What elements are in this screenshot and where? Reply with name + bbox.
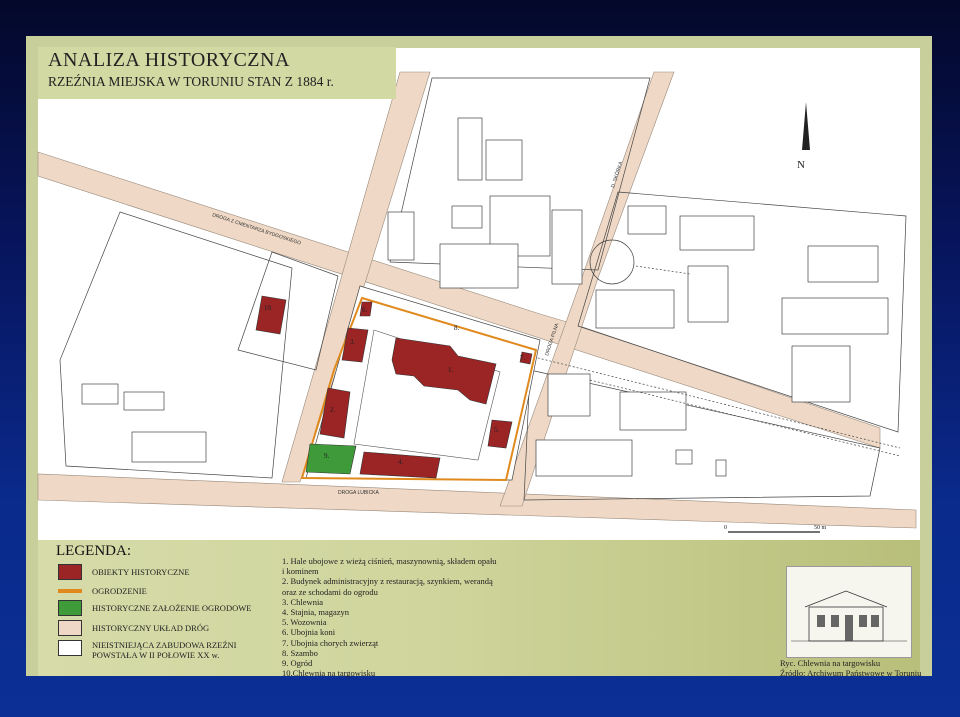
list-item: 4. Stajnia, magazyn xyxy=(282,607,350,618)
number-3: 3. xyxy=(350,338,356,346)
list-item: 8. Szambo xyxy=(282,647,318,658)
roads-swatch xyxy=(58,620,82,636)
inset-drawing xyxy=(786,566,912,658)
scale-start: 0 xyxy=(724,525,727,531)
inset-caption-source: Źródło: Archiwum Państwowe w Toruniu xyxy=(780,668,922,678)
building-outline xyxy=(687,265,729,323)
building-outline xyxy=(675,449,693,465)
building-outline xyxy=(457,117,483,181)
object-list: 1. Hale ubojowe z wieżą ciśnień, maszyno… xyxy=(282,556,522,678)
building-outline xyxy=(715,459,727,477)
road-lubicka xyxy=(37,473,917,529)
list-item: 2. Budynek administracyjny z restauracją… xyxy=(282,576,493,587)
list-item: oraz ze schodami do ogrodu xyxy=(282,586,378,597)
building-outline xyxy=(807,245,879,283)
building-outline xyxy=(679,215,755,251)
pigsty-elevation-drawing xyxy=(791,590,907,642)
inset-caption: Ryc. Chlewnia na targowisku Źródło: Arch… xyxy=(780,658,921,678)
building-outline xyxy=(619,391,687,431)
legend-panel: LEGENDA: OBIEKTY HISTORYCZNE OGRODZENIE … xyxy=(38,540,921,678)
list-item: 6. Ubojnia koni xyxy=(282,627,336,638)
number-4: 4. xyxy=(398,458,404,466)
title-box: ANALIZA HISTORYCZNA RZEŹNIA MIEJSKA W TO… xyxy=(38,47,396,99)
building-10 xyxy=(255,295,287,335)
number-9: 9. xyxy=(324,452,330,460)
page-title: ANALIZA HISTORYCZNA xyxy=(48,49,290,71)
list-item: 9. Ogród xyxy=(282,658,313,669)
fence-swatch xyxy=(58,589,82,593)
inset-caption-title: Ryc. Chlewnia na targowisku xyxy=(780,658,881,668)
garden-swatch xyxy=(58,600,82,616)
building-outline xyxy=(439,243,519,289)
road-label-lubicka: DROGA LUBICKA xyxy=(338,490,380,496)
building-outline xyxy=(81,383,119,405)
list-item: 3. Chlewnia xyxy=(282,596,324,607)
list-item: i kominem xyxy=(282,566,319,577)
building-outline xyxy=(387,211,415,261)
legend-label: HISTORYCZNE ZAŁOŻENIE OGRODOWE xyxy=(92,603,252,613)
list-item: 7. Ubojnia chorych zwierząt xyxy=(282,637,379,648)
number-8: 8. xyxy=(454,324,460,332)
building-outline xyxy=(535,439,633,477)
number-1: 1. xyxy=(448,366,454,374)
building-outline xyxy=(451,205,483,229)
north-arrow-icon xyxy=(802,102,810,150)
building-outline xyxy=(551,209,583,285)
building-outline xyxy=(123,391,165,411)
list-item: 10.Chlewnia na targowisku xyxy=(282,668,376,679)
legend-label: OGRODZENIE xyxy=(92,586,147,596)
building-outline xyxy=(485,139,523,181)
legend-label: POWSTAŁA W II POŁOWIE XX w. xyxy=(92,650,220,660)
building-outline xyxy=(627,205,667,235)
rail-track xyxy=(635,265,691,275)
legend-title: LEGENDA: xyxy=(56,543,131,559)
number-5: 5. xyxy=(494,426,500,434)
demolished-swatch xyxy=(58,640,82,656)
number-6: 6. xyxy=(362,306,368,314)
historic-swatch xyxy=(58,564,82,580)
number-7: 7. xyxy=(520,354,526,362)
building-outline xyxy=(791,345,851,403)
legend-label: HISTORYCZNY UKŁAD DRÓG xyxy=(92,623,210,633)
list-item: 5. Wozownia xyxy=(282,617,327,628)
building-outline xyxy=(595,289,675,329)
number-2: 2. xyxy=(330,406,336,414)
building-outline xyxy=(547,373,591,417)
page-subtitle: RZEŹNIA MIEJSKA W TORUNIU STAN Z 1884 r. xyxy=(48,74,334,89)
scale-bar: 0 50 m xyxy=(724,525,827,533)
legend-label: NIEISTNIEJĄCA ZABUDOWA RZEŹNI xyxy=(92,640,237,650)
garden xyxy=(305,443,357,475)
building-outline xyxy=(781,297,889,335)
list-item: 1. Hale ubojowe z wieżą ciśnień, maszyno… xyxy=(282,556,497,566)
building-outline xyxy=(131,431,207,463)
scale-end: 50 m xyxy=(814,525,827,531)
legend-label: OBIEKTY HISTORYCZNE xyxy=(92,567,190,577)
north-arrow: N xyxy=(797,102,810,171)
number-10: 10. xyxy=(264,304,273,312)
north-label: N xyxy=(797,159,805,171)
